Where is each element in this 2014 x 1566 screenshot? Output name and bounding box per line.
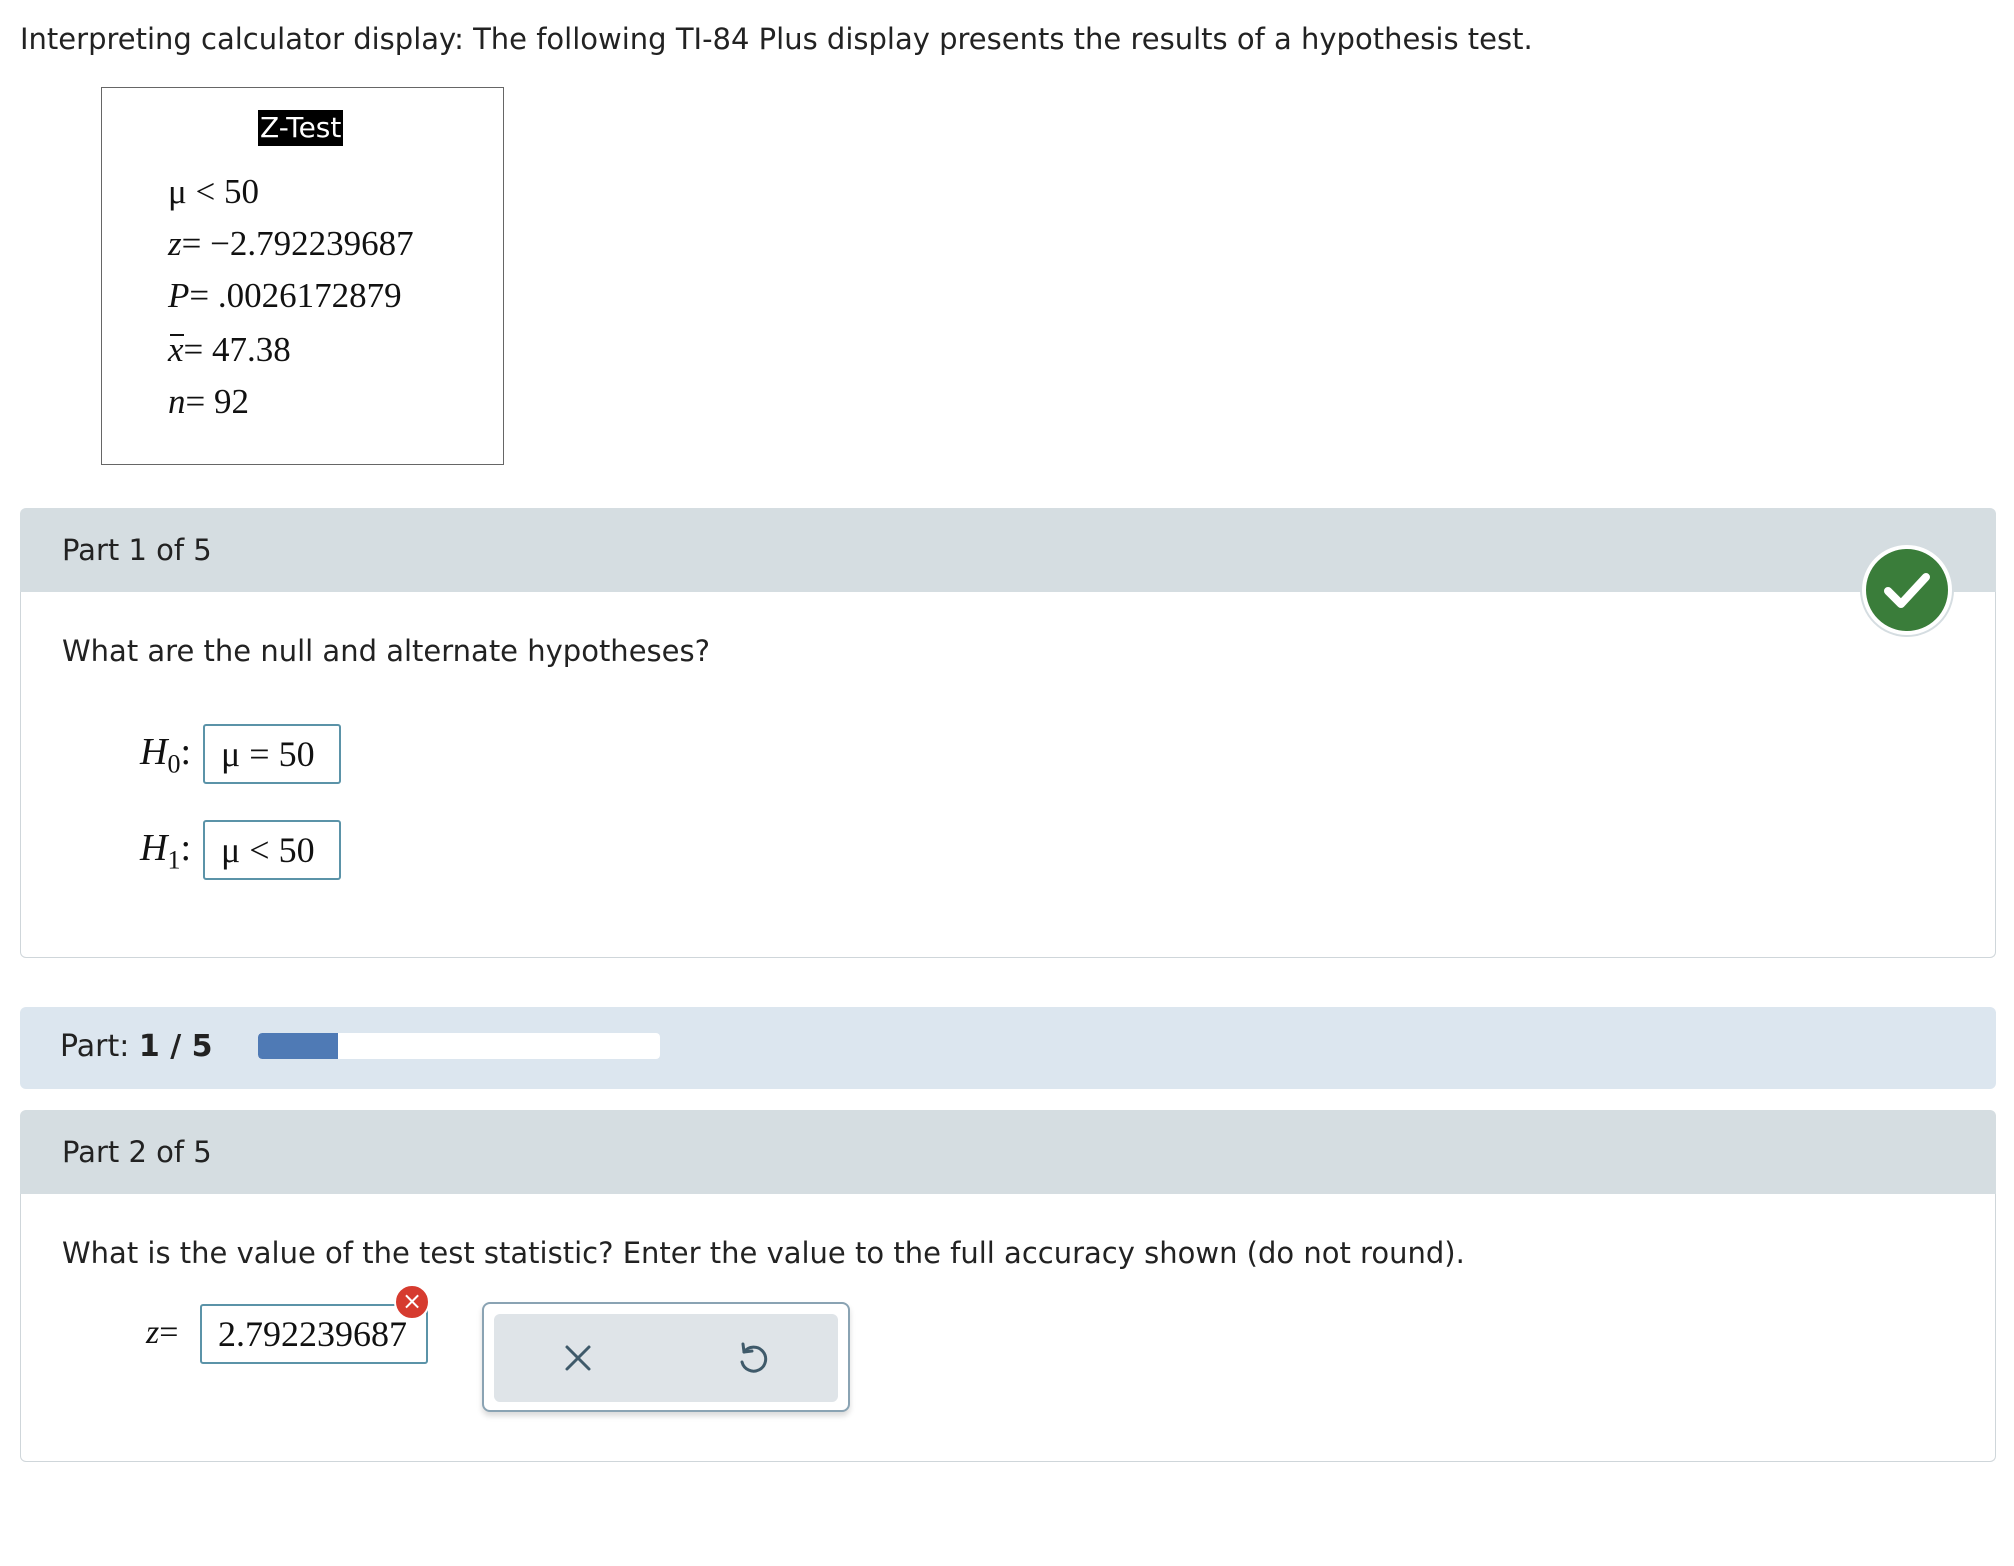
z-answer-field[interactable]: 2.792239687 <box>200 1304 428 1364</box>
progress-section: Part: 1 / 5 <box>20 1007 1996 1089</box>
intro-text: Interpreting calculator display: The fol… <box>20 22 1533 56</box>
calculator-display: Z-Test μ < 50 z= −2.792239687 P= .002617… <box>101 87 504 465</box>
part2-header-label: Part 2 of 5 <box>62 1135 212 1169</box>
h0-label: H0: <box>140 731 192 779</box>
close-icon[interactable] <box>548 1328 608 1388</box>
answer-toolbar <box>482 1302 850 1412</box>
check-icon <box>1862 545 1952 635</box>
error-icon: × <box>394 1284 430 1320</box>
calc-n-label: n <box>168 382 186 421</box>
calc-hypothesis: μ < 50 <box>168 172 260 211</box>
progress-label: Part: 1 / 5 <box>60 1029 213 1064</box>
h0-answer-field[interactable]: μ = 50 <box>203 724 341 784</box>
calc-n-line: n= 92 <box>168 382 249 422</box>
calc-z-value: = −2.792239687 <box>181 224 414 263</box>
calc-z-line: z= −2.792239687 <box>168 224 414 264</box>
part1-header-label: Part 1 of 5 <box>62 533 212 567</box>
calc-p-value: = .0026172879 <box>189 276 402 315</box>
part1-question: What are the null and alternate hypothes… <box>62 634 710 668</box>
undo-icon[interactable] <box>722 1328 782 1388</box>
part1-header: Part 1 of 5 <box>20 508 1996 592</box>
h1-label: H1: <box>140 827 192 875</box>
calc-p-label: P <box>168 276 190 315</box>
calc-xbar-line: x= 47.38 <box>168 330 291 370</box>
progress-bar <box>258 1033 660 1059</box>
calculator-title: Z-Test <box>258 110 344 146</box>
calc-xbar-label: x <box>168 330 184 369</box>
progress-value: 1 / 5 <box>138 1029 213 1064</box>
calc-p-line: P= .0026172879 <box>168 276 402 316</box>
calc-n-value: = 92 <box>185 382 250 421</box>
h1-answer-field[interactable]: μ < 50 <box>203 820 341 880</box>
z-label: z= <box>146 1314 179 1351</box>
part2-question: What is the value of the test statistic?… <box>62 1236 1465 1270</box>
calc-z-label: z <box>168 224 182 263</box>
answer-toolbar-inner <box>494 1314 838 1402</box>
part2-header: Part 2 of 5 <box>20 1110 1996 1194</box>
progress-fill <box>258 1033 339 1059</box>
calc-xbar-value: = 47.38 <box>183 330 291 369</box>
